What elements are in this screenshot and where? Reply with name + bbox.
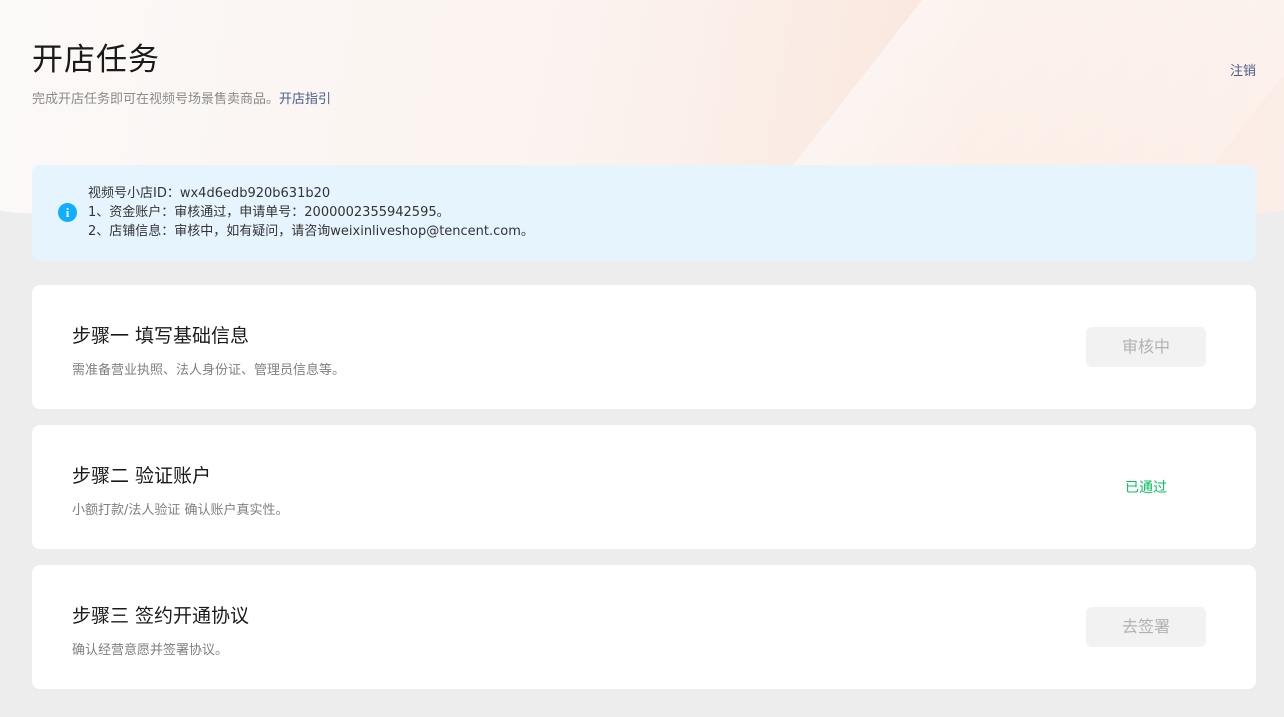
info-line-fund-account: 1、资金账户：审核通过，申请单号：2000002355942595。	[88, 205, 450, 220]
step-title: 步骤三 签约开通协议	[72, 605, 250, 627]
sign-agreement-button[interactable]: 去签署	[1086, 607, 1206, 647]
page-title: 开店任务	[32, 42, 160, 78]
logout-link[interactable]: 注销	[1230, 60, 1256, 79]
info-banner: i 视频号小店ID：wx4d6edb920b631b20 1、资金账户：审核通过…	[32, 165, 1256, 261]
step-card-sign-agreement: 步骤三 签约开通协议 确认经营意愿并签署协议。 去签署	[32, 565, 1256, 689]
page-subtitle: 完成开店任务即可在视频号场景售卖商品。开店指引	[32, 88, 331, 107]
passed-status-label: 已通过	[1125, 480, 1167, 496]
step-title: 步骤二 验证账户	[72, 465, 212, 487]
reviewing-button[interactable]: 审核中	[1086, 327, 1206, 367]
page-subtitle-text: 完成开店任务即可在视频号场景售卖商品。	[32, 92, 280, 107]
step-description: 需准备营业执照、法人身份证、管理员信息等。	[72, 363, 346, 378]
step-card-basic-info: 步骤一 填写基础信息 需准备营业执照、法人身份证、管理员信息等。 审核中	[32, 285, 1256, 409]
step-description: 确认经营意愿并签署协议。	[72, 643, 229, 658]
info-line-shop-id: 视频号小店ID：wx4d6edb920b631b20	[88, 186, 331, 201]
step-title: 步骤一 填写基础信息	[72, 325, 250, 347]
info-line-store-info: 2、店铺信息：审核中，如有疑问，请咨询weixinliveshop@tencen…	[88, 224, 534, 239]
step-card-verify-account: 步骤二 验证账户 小额打款/法人验证 确认账户真实性。 已通过	[32, 425, 1256, 549]
info-lines: 视频号小店ID：wx4d6edb920b631b20 1、资金账户：审核通过，申…	[88, 184, 534, 241]
step-description: 小额打款/法人验证 确认账户真实性。	[72, 503, 289, 518]
info-circle-icon: i	[58, 203, 77, 222]
store-guide-link[interactable]: 开店指引	[279, 92, 331, 107]
